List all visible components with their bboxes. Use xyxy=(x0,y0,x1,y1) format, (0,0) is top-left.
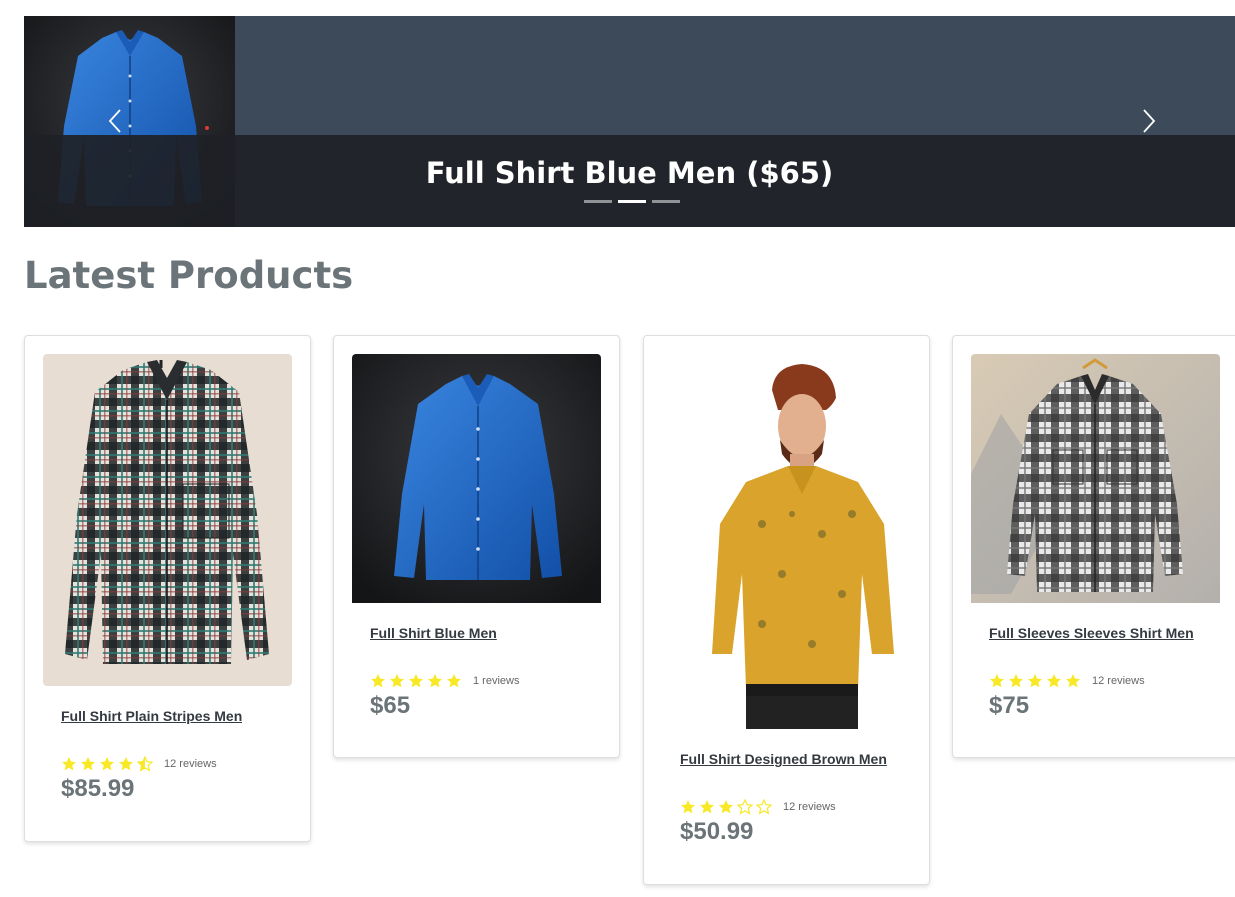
carousel-prev-button[interactable] xyxy=(104,108,128,134)
star-half-icon xyxy=(137,756,153,772)
blue-shirt-image xyxy=(352,354,601,603)
product-price: $85.99 xyxy=(61,775,135,802)
carousel-next-button[interactable] xyxy=(1136,108,1160,134)
star-filled-icon xyxy=(118,756,134,772)
product-rating: 12 reviews xyxy=(989,673,1145,689)
star-filled-icon xyxy=(989,673,1005,689)
star-filled-icon xyxy=(1008,673,1024,689)
star-filled-icon xyxy=(1046,673,1062,689)
product-image-link[interactable] xyxy=(352,354,601,603)
star-filled-icon xyxy=(61,756,77,772)
section-title: Latest Products xyxy=(24,254,354,297)
chevron-right-icon xyxy=(1143,109,1156,133)
carousel-indicator-1[interactable] xyxy=(584,200,612,203)
star-filled-icon xyxy=(680,799,696,815)
product-card: Full Sleeves Sleeves Shirt Men 12 review… xyxy=(952,335,1235,758)
product-price: $75 xyxy=(989,692,1030,719)
product-rating: 1 reviews xyxy=(370,673,519,689)
product-title-link[interactable]: Full Shirt Blue Men xyxy=(370,625,497,641)
product-card: Full Shirt Blue Men 1 reviews $65 xyxy=(333,335,620,758)
star-empty-icon xyxy=(756,799,772,815)
star-filled-icon xyxy=(718,799,734,815)
yellow-shirt-model-image xyxy=(662,354,911,729)
product-title-link[interactable]: Full Shirt Designed Brown Men xyxy=(680,751,887,767)
product-price: $50.99 xyxy=(680,818,754,845)
star-filled-icon xyxy=(389,673,405,689)
carousel-indicator-3[interactable] xyxy=(652,200,680,203)
product-image-link[interactable] xyxy=(971,354,1220,603)
product-card: Full Shirt Designed Brown Men 12 reviews… xyxy=(643,335,930,885)
product-rating: 12 reviews xyxy=(680,799,836,815)
star-filled-icon xyxy=(370,673,386,689)
product-card: Full Shirt Plain Stripes Men 12 reviews … xyxy=(24,335,311,842)
product-carousel[interactable]: Full Shirt Blue Men ($65) xyxy=(24,16,1235,227)
star-filled-icon xyxy=(427,673,443,689)
plaid-shirt-image xyxy=(43,354,292,686)
star-filled-icon xyxy=(408,673,424,689)
star-filled-icon xyxy=(1065,673,1081,689)
product-rating: 12 reviews xyxy=(61,756,217,772)
carousel-caption[interactable]: Full Shirt Blue Men ($65) xyxy=(24,156,1235,190)
image-marker-dot xyxy=(205,126,209,130)
review-count: 12 reviews xyxy=(164,758,217,770)
carousel-indicator-2[interactable] xyxy=(618,200,646,203)
chevron-left-icon xyxy=(108,109,121,133)
product-image-link[interactable] xyxy=(662,354,911,729)
review-count: 12 reviews xyxy=(1092,675,1145,687)
star-filled-icon xyxy=(699,799,715,815)
gray-plaid-shirt-image xyxy=(971,354,1220,603)
star-empty-icon xyxy=(737,799,753,815)
product-image-link[interactable] xyxy=(43,354,292,686)
product-title-link[interactable]: Full Shirt Plain Stripes Men xyxy=(61,708,242,724)
product-title-link[interactable]: Full Sleeves Sleeves Shirt Men xyxy=(989,625,1194,641)
product-price: $65 xyxy=(370,692,411,719)
review-count: 1 reviews xyxy=(473,675,520,687)
star-filled-icon xyxy=(99,756,115,772)
star-filled-icon xyxy=(446,673,462,689)
star-filled-icon xyxy=(80,756,96,772)
carousel-indicators xyxy=(584,200,680,203)
star-filled-icon xyxy=(1027,673,1043,689)
review-count: 12 reviews xyxy=(783,801,836,813)
